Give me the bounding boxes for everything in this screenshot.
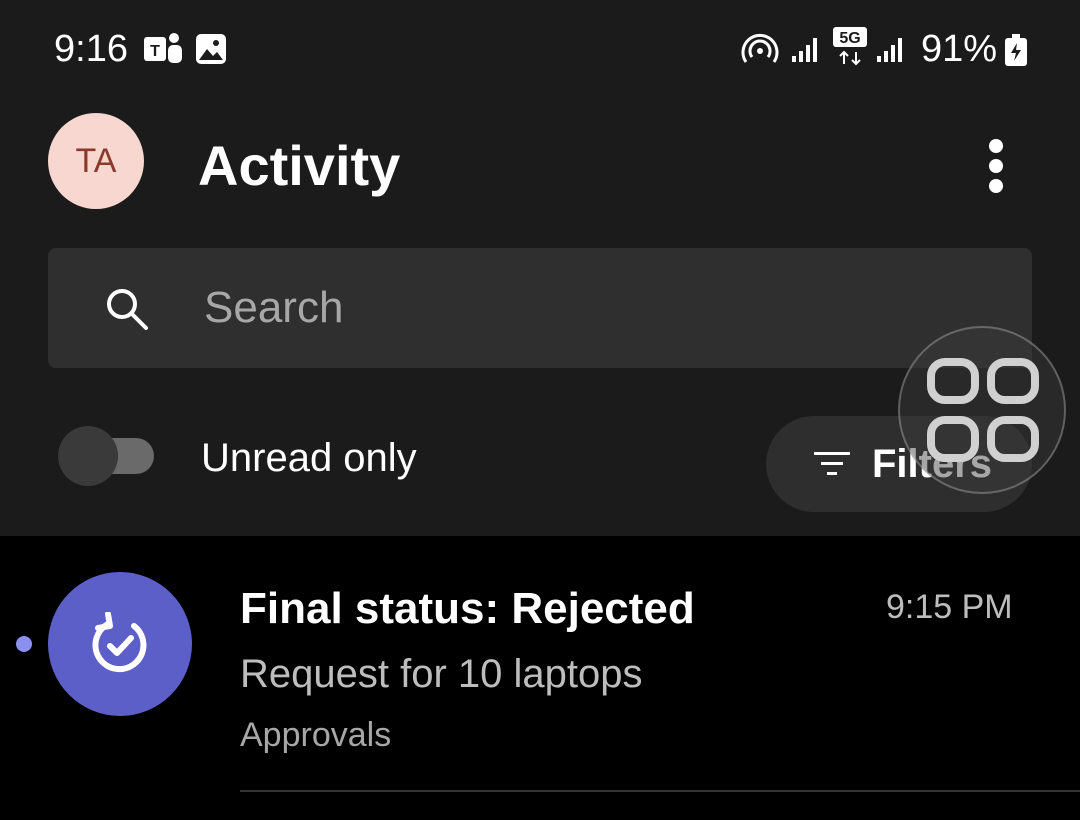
search-bar[interactable] — [48, 248, 1032, 368]
unread-indicator — [16, 636, 32, 652]
unread-only-label: Unread only — [201, 436, 417, 480]
activity-app: Approvals — [240, 716, 392, 754]
more-options-button[interactable] — [976, 136, 1016, 196]
5g-icon: 5G — [832, 26, 868, 71]
signal-icon — [792, 32, 822, 69]
gallery-icon — [194, 32, 228, 71]
grid-icon — [927, 358, 1039, 462]
approvals-icon — [92, 612, 147, 673]
battery-percent: 91% — [921, 28, 998, 70]
floating-assistant-button[interactable] — [898, 326, 1066, 494]
network-label: 5G — [839, 30, 860, 47]
filter-icon — [814, 450, 850, 483]
activity-time: 9:15 PM — [886, 588, 1013, 626]
page-title: Activity — [198, 134, 401, 197]
activity-subtitle: Request for 10 laptops — [240, 652, 643, 696]
more-vertical-icon — [989, 139, 1003, 193]
item-avatar — [48, 572, 192, 716]
status-time: 9:16 — [54, 28, 128, 70]
svg-text:T: T — [150, 43, 160, 60]
divider — [240, 790, 1080, 792]
search-icon — [104, 286, 150, 337]
hotspot-icon — [741, 32, 779, 71]
battery-charging-icon — [1004, 34, 1028, 71]
signal-icon — [877, 32, 907, 69]
unread-only-toggle[interactable] — [58, 426, 154, 486]
activity-item[interactable]: Final status: Rejected 9:15 PM Request f… — [0, 536, 1080, 792]
search-input[interactable] — [204, 278, 964, 338]
avatar[interactable]: TA — [48, 113, 144, 209]
teams-icon: T — [144, 32, 184, 71]
toggle-knob — [58, 426, 118, 486]
activity-title: Final status: Rejected — [240, 584, 695, 633]
